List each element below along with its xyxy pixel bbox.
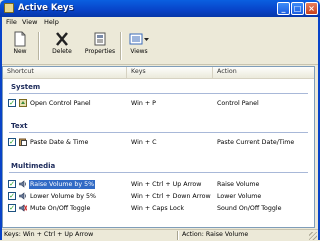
- toolbar-separator: [120, 32, 122, 60]
- group-header-text[interactable]: Text: [3, 119, 314, 133]
- toolbar-separator: [38, 32, 40, 60]
- chevron-down-icon: [144, 38, 149, 41]
- properties-icon: [94, 32, 106, 46]
- column-header-keys[interactable]: Keys: [127, 67, 213, 78]
- status-action: Action: Raise Volume: [182, 231, 249, 238]
- group-divider: [9, 172, 308, 173]
- enable-checkbox[interactable]: ✓: [8, 204, 16, 212]
- shortcut-keys: Win + C: [131, 139, 157, 146]
- group-header-system[interactable]: System: [3, 80, 314, 94]
- shortcut-name: Mute On/Off Toggle: [30, 205, 91, 212]
- list-item[interactable]: ✓ Paste Date & Time Win + C Paste Curren…: [3, 137, 314, 148]
- properties-button[interactable]: Properties: [82, 31, 118, 61]
- window-title: Active Keys: [18, 3, 74, 13]
- shortcut-name: Raise Volume by 5%: [29, 180, 96, 189]
- shortcut-keys: Win + Caps Lock: [131, 205, 185, 212]
- shortcut-action: Sound On/Off Toggle: [217, 205, 282, 212]
- shortcut-name: Open Control Panel: [30, 100, 91, 107]
- enable-checkbox[interactable]: ✓: [8, 180, 16, 188]
- group-label: System: [11, 83, 41, 91]
- column-header-shortcut[interactable]: Shortcut: [3, 67, 127, 78]
- new-button[interactable]: New: [7, 31, 33, 61]
- shortcut-name: Paste Date & Time: [30, 139, 89, 146]
- enable-checkbox[interactable]: ✓: [8, 192, 16, 200]
- shortcut-list: Shortcut Keys Action System ✓ Open Contr…: [2, 66, 315, 228]
- menu-file[interactable]: File: [6, 18, 17, 27]
- volume-icon: [19, 192, 26, 200]
- group-label: Multimedia: [11, 162, 56, 170]
- volume-icon: [19, 180, 26, 188]
- group-divider: [9, 93, 308, 94]
- shortcut-action: Control Panel: [217, 100, 259, 107]
- shortcut-keys: Win + P: [131, 100, 156, 107]
- delete-button[interactable]: Delete: [48, 31, 76, 61]
- column-header-action[interactable]: Action: [213, 67, 314, 78]
- list-item[interactable]: ✓ Mute On/Off Toggle Win + Caps Lock Sou…: [3, 203, 314, 214]
- status-divider: [177, 231, 179, 240]
- shortcut-keys: Win + Ctrl + Down Arrow: [131, 193, 211, 200]
- shortcut-keys: Win + Ctrl + Up Arrow: [131, 181, 202, 188]
- new-document-icon: [14, 31, 26, 47]
- status-bar: Keys: Win + Ctrl + Up Arrow Action: Rais…: [2, 229, 318, 241]
- shortcut-action: Paste Current Date/Time: [217, 139, 295, 146]
- properties-label: Properties: [84, 48, 116, 55]
- status-keys: Keys: Win + Ctrl + Up Arrow: [4, 231, 94, 238]
- toolbar: New Delete Properties Views: [2, 28, 318, 65]
- delete-icon: [56, 32, 68, 46]
- menu-help[interactable]: Help: [44, 18, 59, 27]
- views-button[interactable]: Views: [124, 31, 154, 61]
- list-header: Shortcut Keys Action: [3, 67, 314, 79]
- control-panel-icon: [19, 99, 27, 107]
- views-icon: [129, 33, 149, 45]
- group-header-multimedia[interactable]: Multimedia: [3, 159, 314, 173]
- shortcut-action: Raise Volume: [217, 181, 260, 188]
- mute-icon: [19, 204, 27, 212]
- app-icon: [4, 3, 14, 13]
- group-divider: [9, 132, 308, 133]
- shortcut-name: Lower Volume by 5%: [30, 193, 97, 200]
- minimize-button[interactable]: _: [277, 2, 290, 15]
- new-label: New: [13, 48, 27, 55]
- close-button[interactable]: ×: [305, 2, 318, 15]
- shortcut-action: Lower Volume: [217, 193, 262, 200]
- views-label: Views: [130, 48, 148, 55]
- group-label: Text: [11, 122, 28, 130]
- enable-checkbox[interactable]: ✓: [8, 138, 16, 146]
- paste-icon: [19, 138, 27, 146]
- title-bar[interactable]: Active Keys _ □ ×: [0, 0, 320, 17]
- resize-grip[interactable]: [309, 232, 317, 240]
- menu-view[interactable]: View: [22, 18, 37, 27]
- list-item[interactable]: ✓ Lower Volume by 5% Win + Ctrl + Down A…: [3, 191, 314, 202]
- enable-checkbox[interactable]: ✓: [8, 99, 16, 107]
- maximize-button[interactable]: □: [291, 2, 304, 15]
- list-item[interactable]: ✓ Raise Volume by 5% Win + Ctrl + Up Arr…: [3, 179, 314, 190]
- delete-label: Delete: [52, 48, 72, 55]
- list-item[interactable]: ✓ Open Control Panel Win + P Control Pan…: [3, 98, 314, 109]
